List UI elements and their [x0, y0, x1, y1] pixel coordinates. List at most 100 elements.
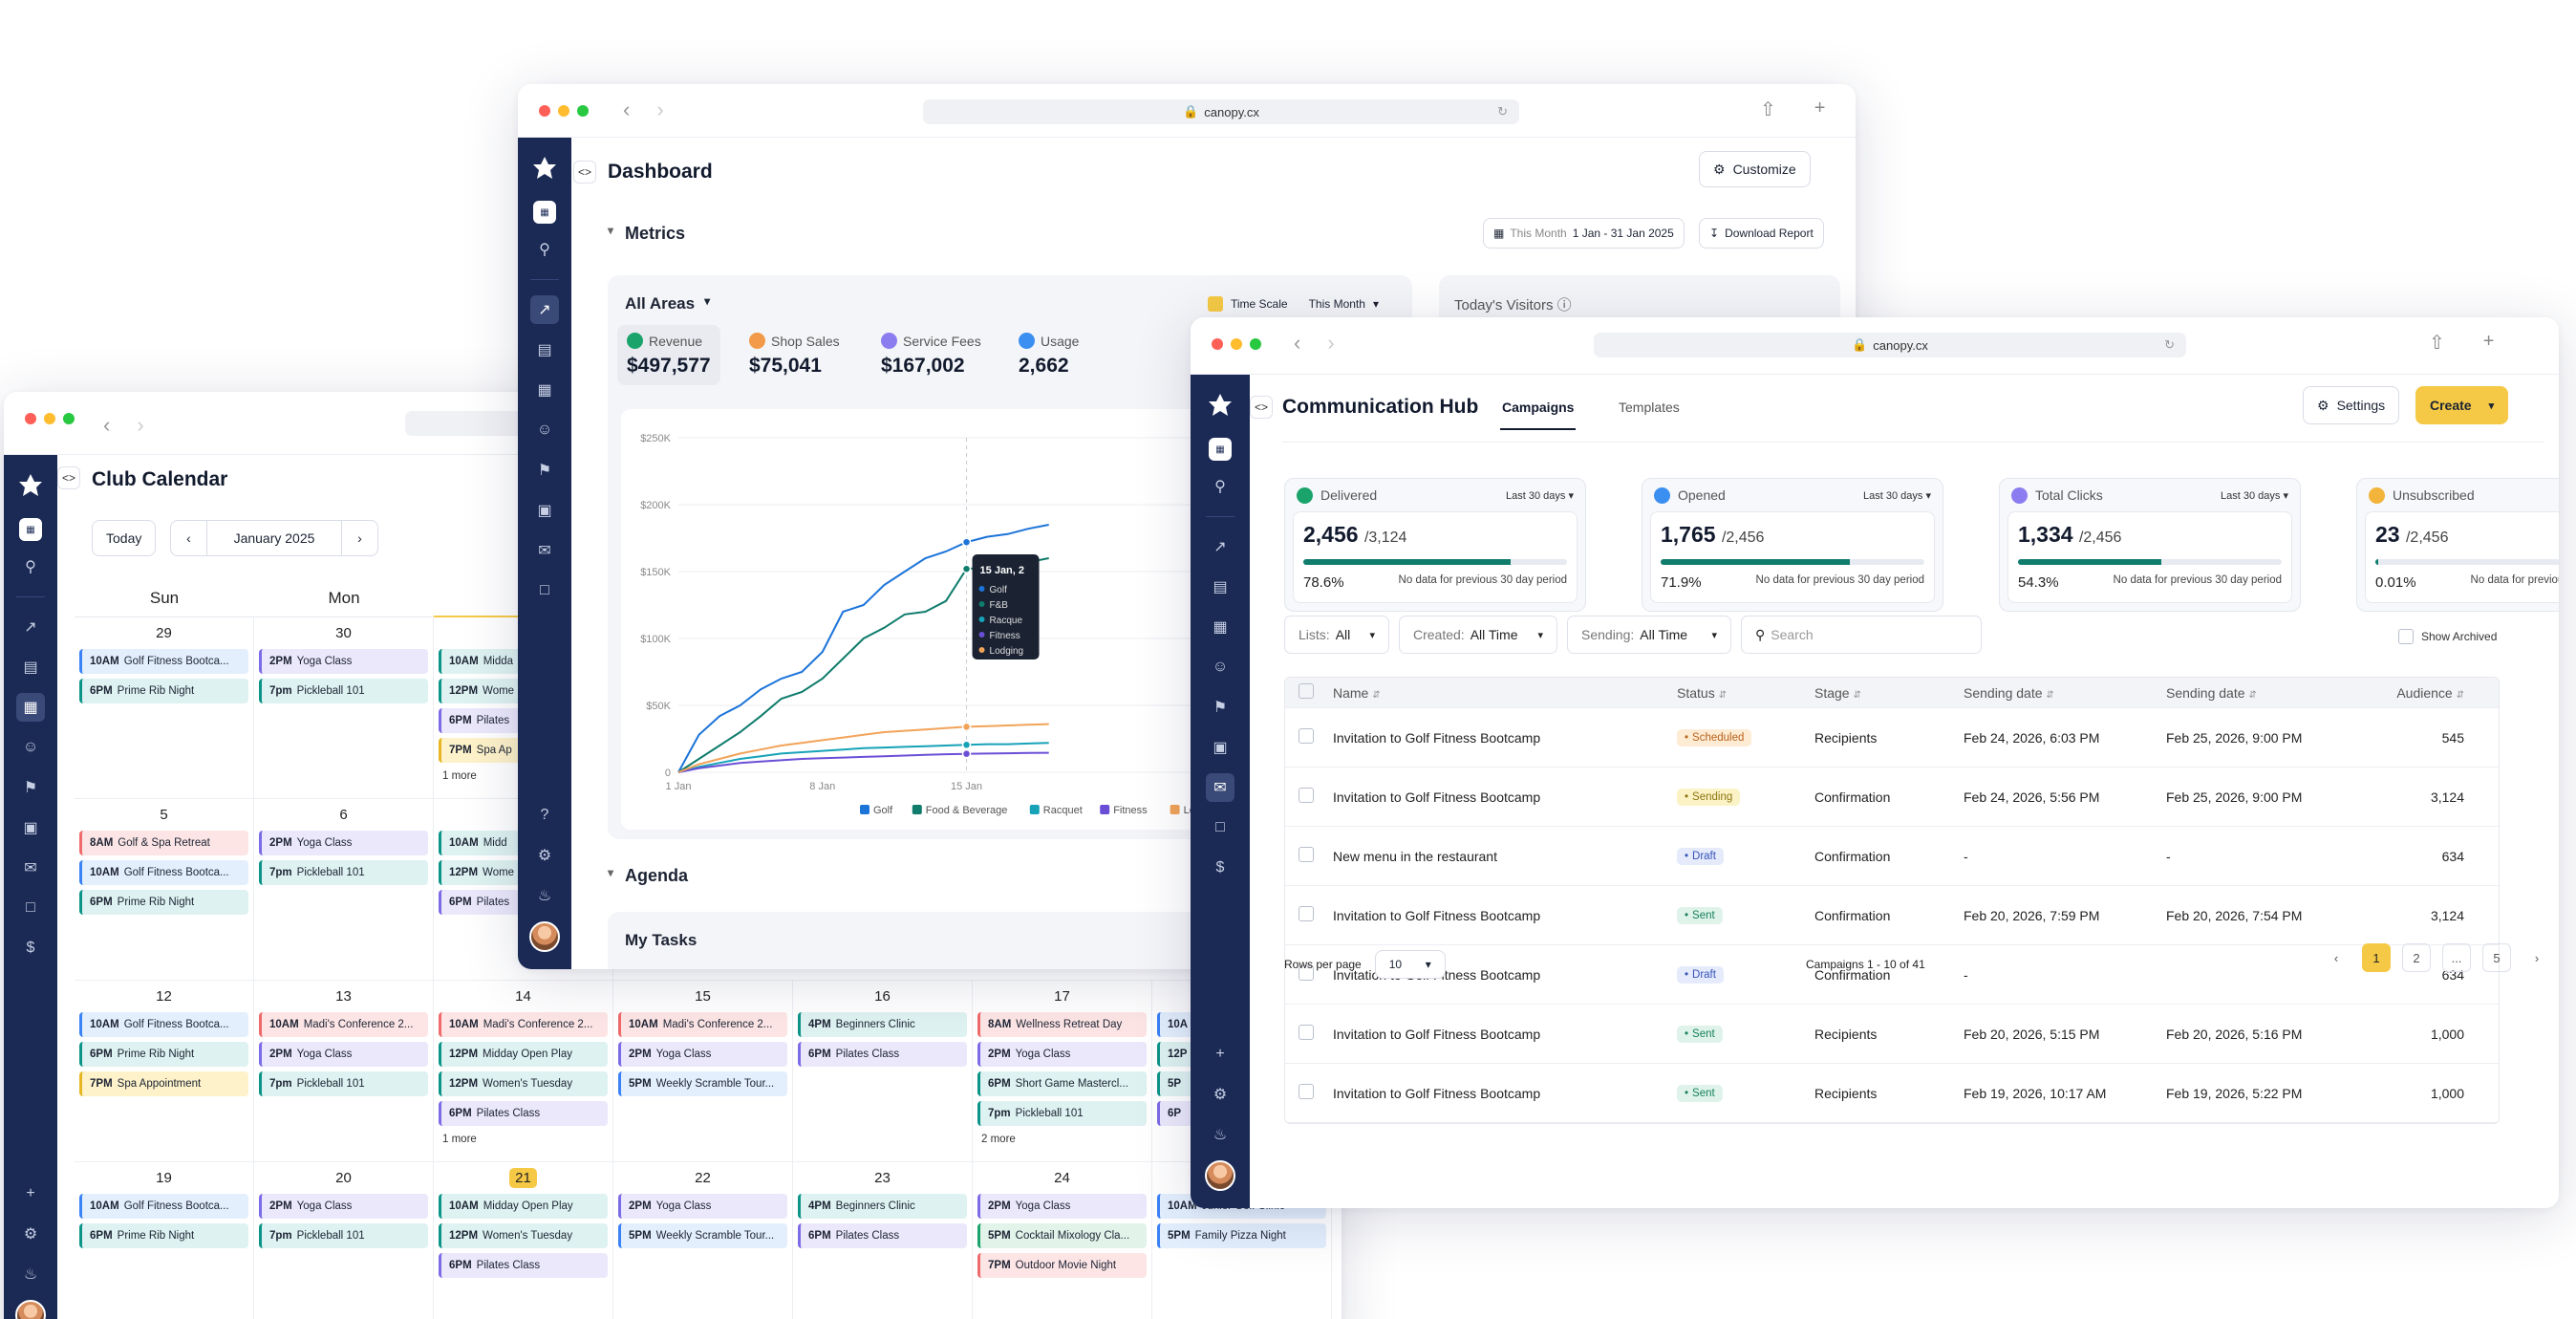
avatar[interactable]: [15, 1300, 46, 1319]
collapse-sidebar-button[interactable]: <>: [1250, 396, 1273, 419]
calendar-event[interactable]: 2PM Yoga Class: [259, 831, 428, 855]
calendar-day-cell[interactable]: 14 10AM Madi's Conference 2... 12PM Midday O…: [434, 981, 613, 1161]
url-bar[interactable]: 🔒 canopy.cx ↻: [1594, 333, 2186, 357]
calendar-event[interactable]: 7pm Pickleball 101: [259, 1223, 428, 1248]
calendar-icon[interactable]: ▦: [16, 693, 45, 722]
calendar-day-cell[interactable]: 17 8AM Wellness Retreat Day 2PM Yoga Class 6P…: [973, 981, 1152, 1161]
created-filter[interactable]: Created: All Time ▾: [1399, 616, 1557, 654]
gear-icon[interactable]: ⚙: [530, 841, 559, 870]
calendar-day-cell[interactable]: 13 10AM Madi's Conference 2... 2PM Yoga Clas…: [254, 981, 434, 1161]
today-button[interactable]: Today: [92, 520, 157, 556]
add-icon[interactable]: +: [1206, 1040, 1234, 1069]
calendar-event[interactable]: 12PM Women's Tuesday: [439, 1223, 608, 1248]
calendar-event[interactable]: 6PM Pilates Class: [798, 1223, 967, 1248]
add-icon[interactable]: +: [16, 1179, 45, 1208]
calendar-event[interactable]: 6PM Prime Rib Night: [79, 1223, 248, 1248]
calendar-event[interactable]: 10AM Madi's Conference 2...: [618, 1012, 787, 1037]
calendar-day-cell[interactable]: 24 2PM Yoga Class 5PM Cocktail Mixology Cla.…: [973, 1162, 1152, 1319]
column-sending-date-2[interactable]: Sending date ⇵: [2153, 685, 2382, 701]
campaign-name[interactable]: Invitation to Golf Fitness Bootcamp: [1320, 1027, 1664, 1042]
calendar-day-cell[interactable]: 12 10AM Golf Fitness Bootca... 6PM Prime Rib…: [75, 981, 254, 1161]
store-icon[interactable]: ▣: [530, 496, 559, 525]
avatar[interactable]: [529, 921, 560, 952]
users-icon[interactable]: ☺: [1206, 653, 1234, 681]
calendar-event[interactable]: 2PM Yoga Class: [977, 1194, 1147, 1219]
campaign-name[interactable]: Invitation to Golf Fitness Bootcamp: [1320, 908, 1664, 923]
table-row[interactable]: Invitation to Golf Fitness Bootcamp • Se…: [1285, 768, 2499, 827]
calendar-event[interactable]: 2PM Yoga Class: [618, 1042, 787, 1067]
calendar-event[interactable]: 2PM Yoga Class: [259, 649, 428, 674]
gear-icon[interactable]: ⚙: [16, 1220, 45, 1248]
dollar-icon[interactable]: $: [16, 934, 45, 962]
calendar-event[interactable]: 6PM Prime Rib Night: [79, 1042, 248, 1067]
calendar-event[interactable]: 2PM Yoga Class: [977, 1042, 1147, 1067]
period-select[interactable]: Last 30 days ▾: [1863, 489, 1931, 502]
calendar-event[interactable]: 7pm Pickleball 101: [259, 860, 428, 885]
kpi-shop-sales[interactable]: Shop Sales $75,041: [749, 333, 840, 378]
users-icon[interactable]: ☺: [16, 733, 45, 762]
help-icon[interactable]: ?: [530, 801, 559, 830]
search-icon[interactable]: ⚲: [530, 235, 559, 264]
calendar-event[interactable]: 7PM Outdoor Movie Night: [977, 1253, 1147, 1278]
golf-icon[interactable]: ⚑: [1206, 693, 1234, 722]
chart-icon[interactable]: ↗: [530, 295, 559, 324]
row-checkbox[interactable]: [1299, 1084, 1314, 1099]
calendar-event[interactable]: 4PM Beginners Clinic: [798, 1194, 967, 1219]
column-stage[interactable]: Stage ⇵: [1801, 685, 1950, 701]
golf-icon[interactable]: ⚑: [530, 456, 559, 485]
dollar-icon[interactable]: $: [1206, 854, 1234, 882]
share-icon[interactable]: ⇧: [2429, 331, 2445, 355]
column-status[interactable]: Status ⇵: [1664, 685, 1801, 701]
rows-per-page-select[interactable]: 10 ▾: [1374, 950, 1446, 979]
column-name[interactable]: Name ⇵: [1320, 685, 1664, 701]
column-sending-date[interactable]: Sending date ⇵: [1950, 685, 2153, 701]
row-checkbox[interactable]: [1299, 1025, 1314, 1040]
book-icon[interactable]: ▤: [16, 653, 45, 681]
search-input[interactable]: ⚲ Search: [1741, 616, 1982, 654]
page-button[interactable]: 2: [2402, 943, 2431, 972]
calendar-event[interactable]: 6PM Prime Rib Night: [79, 679, 248, 703]
campaign-name[interactable]: Invitation to Golf Fitness Bootcamp: [1320, 1086, 1664, 1101]
calendar-day-cell[interactable]: 22 2PM Yoga Class 5PM Weekly Scramble Tour..…: [613, 1162, 793, 1319]
mail-icon[interactable]: ✉: [1206, 773, 1234, 802]
window-controls[interactable]: [25, 413, 75, 424]
calendar-event[interactable]: 10AM Madi's Conference 2...: [439, 1012, 608, 1037]
bell-icon[interactable]: ♨: [1206, 1120, 1234, 1149]
calendar-mini-icon[interactable]: ▦: [1209, 438, 1232, 461]
table-row[interactable]: Invitation to Golf Fitness Bootcamp • Sc…: [1285, 708, 2499, 768]
mail-icon[interactable]: ✉: [16, 854, 45, 882]
row-checkbox[interactable]: [1299, 788, 1314, 803]
more-events-link[interactable]: 2 more: [977, 1134, 1147, 1145]
period-select[interactable]: Last 30 days ▾: [2221, 489, 2288, 502]
table-row[interactable]: New menu in the restaurant • Draft Confi…: [1285, 827, 2499, 886]
kpi-revenue[interactable]: Revenue $497,577: [617, 325, 720, 385]
area-select[interactable]: All Areas ▾: [625, 294, 710, 314]
calendar-event[interactable]: 10AM Golf Fitness Bootca...: [79, 1194, 248, 1219]
reload-icon[interactable]: ↻: [1497, 104, 1508, 119]
row-checkbox[interactable]: [1299, 906, 1314, 921]
store-icon[interactable]: ▣: [16, 813, 45, 842]
calendar-event[interactable]: 10AM Madi's Conference 2...: [259, 1012, 428, 1037]
book-icon[interactable]: ▤: [530, 335, 559, 364]
calendar-event[interactable]: 6PM Short Game Mastercl...: [977, 1071, 1147, 1096]
settings-button[interactable]: ⚙ Settings: [2303, 386, 2400, 424]
page-button[interactable]: 5: [2482, 943, 2511, 972]
page-button[interactable]: ...: [2442, 943, 2471, 972]
table-row[interactable]: Invitation to Golf Fitness Bootcamp • Se…: [1285, 1064, 2499, 1123]
reload-icon[interactable]: ↻: [2164, 337, 2175, 353]
chat-icon[interactable]: □: [530, 576, 559, 605]
calendar-event[interactable]: 10AM Golf Fitness Bootca...: [79, 649, 248, 674]
new-tab-icon[interactable]: +: [2483, 331, 2495, 355]
table-row[interactable]: Invitation to Golf Fitness Bootcamp • Se…: [1285, 1005, 2499, 1064]
lists-filter[interactable]: Lists: All ▾: [1284, 616, 1389, 654]
column-audience[interactable]: Audience ⇵: [2382, 685, 2478, 701]
calendar-event[interactable]: 7pm Pickleball 101: [977, 1101, 1147, 1126]
search-icon[interactable]: ⚲: [1206, 472, 1234, 501]
calendar-event[interactable]: 2PM Yoga Class: [618, 1194, 787, 1219]
calendar-event[interactable]: 7pm Pickleball 101: [259, 1071, 428, 1096]
calendar-event[interactable]: 10AM Midday Open Play: [439, 1194, 608, 1219]
chart-icon[interactable]: ↗: [1206, 532, 1234, 561]
calendar-day-cell[interactable]: 20 2PM Yoga Class 7pm Pickleball 101: [254, 1162, 434, 1319]
campaign-name[interactable]: New menu in the restaurant: [1320, 849, 1664, 864]
avatar[interactable]: [1205, 1160, 1235, 1191]
